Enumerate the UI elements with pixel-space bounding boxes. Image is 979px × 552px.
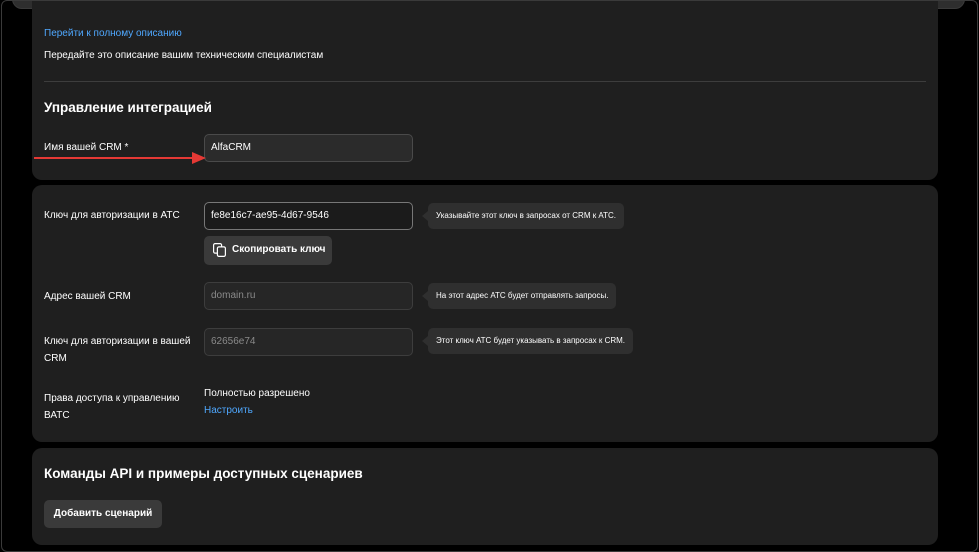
crm-key-label-line2: CRM — [44, 353, 67, 364]
crm-key-label: Ключ для авторизации в вашей CRM — [44, 333, 190, 367]
copy-icon — [213, 243, 226, 257]
rights-value: Полностью разрешено — [204, 388, 310, 399]
configure-rights-link[interactable]: Настроить — [204, 405, 253, 416]
rights-label: Права доступа к управлению ВАТС — [44, 390, 179, 424]
crm-address-input[interactable]: domain.ru — [204, 282, 413, 310]
rights-label-line2: ВАТС — [44, 410, 70, 421]
crm-address-tooltip: На этот адрес АТС будет отправлять запро… — [421, 283, 617, 309]
auth-key-input[interactable]: fe8e16c7-ae95-4d67-9546 — [204, 202, 413, 230]
description-hint: Передайте это описание вашим техническим… — [44, 50, 324, 61]
auth-card: Ключ для авторизации в АТС fe8e16c7-ae95… — [32, 185, 938, 442]
integration-heading: Управление интеграцией — [44, 100, 212, 115]
rights-label-line1: Права доступа к управлению — [44, 393, 180, 404]
crm-key-tooltip: Этот ключ АТС будет указывать в запросах… — [421, 328, 634, 354]
api-card: Команды API и примеры доступных сценарие… — [32, 448, 938, 545]
crm-name-input[interactable]: AlfaCRM — [204, 134, 413, 162]
crm-key-label-line1: Ключ для авторизации в вашей — [44, 336, 191, 347]
divider — [44, 81, 926, 82]
copy-key-button[interactable]: Скопировать ключ — [204, 236, 332, 265]
annotation-arrow — [34, 152, 206, 164]
window: Перейти к полному описанию Передайте это… — [1, 0, 978, 552]
api-heading: Команды API и примеры доступных сценарие… — [44, 466, 363, 481]
copy-key-button-label: Скопировать ключ — [232, 244, 326, 255]
auth-key-label: Ключ для авторизации в АТС — [44, 210, 180, 221]
crm-key-input[interactable]: 62656e74 — [204, 328, 413, 356]
crm-address-label: Адрес вашей CRM — [44, 291, 131, 302]
add-scenario-button[interactable]: Добавить сценарий — [44, 500, 162, 528]
full-description-link[interactable]: Перейти к полному описанию — [44, 28, 182, 39]
auth-key-tooltip: Указывайте этот ключ в запросах от CRM к… — [421, 203, 625, 229]
